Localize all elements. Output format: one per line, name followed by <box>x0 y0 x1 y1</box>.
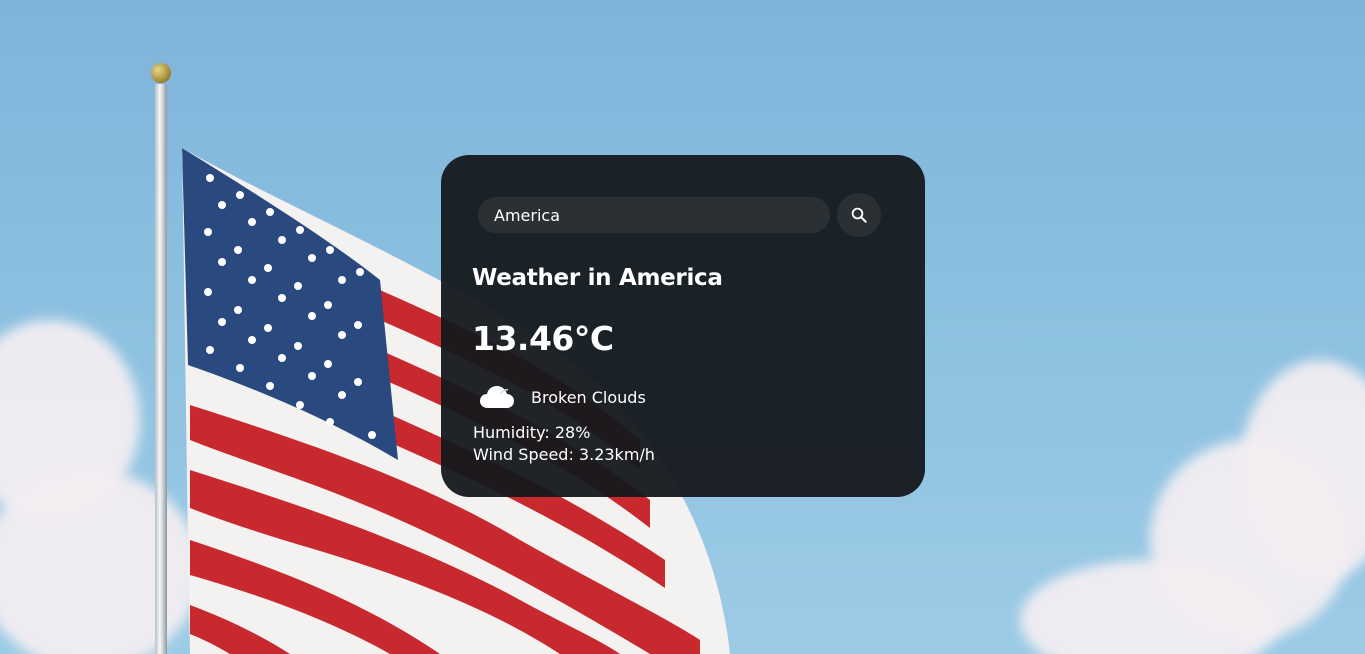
city-title: Weather in America <box>472 265 723 291</box>
search-button[interactable] <box>837 193 881 237</box>
humidity-text: Humidity: 28% <box>473 423 591 442</box>
cloud-icon <box>479 383 515 411</box>
temperature: 13.46°C <box>472 319 614 358</box>
weather-description-row: Broken Clouds <box>479 383 646 411</box>
search-input[interactable] <box>478 197 830 233</box>
search-icon <box>851 207 867 223</box>
weather-description: Broken Clouds <box>531 387 646 407</box>
search-bar <box>478 193 882 237</box>
wind-speed-text: Wind Speed: 3.23km/h <box>473 445 655 464</box>
weather-card: Weather in America 13.46°C Broken Clouds… <box>441 155 925 497</box>
